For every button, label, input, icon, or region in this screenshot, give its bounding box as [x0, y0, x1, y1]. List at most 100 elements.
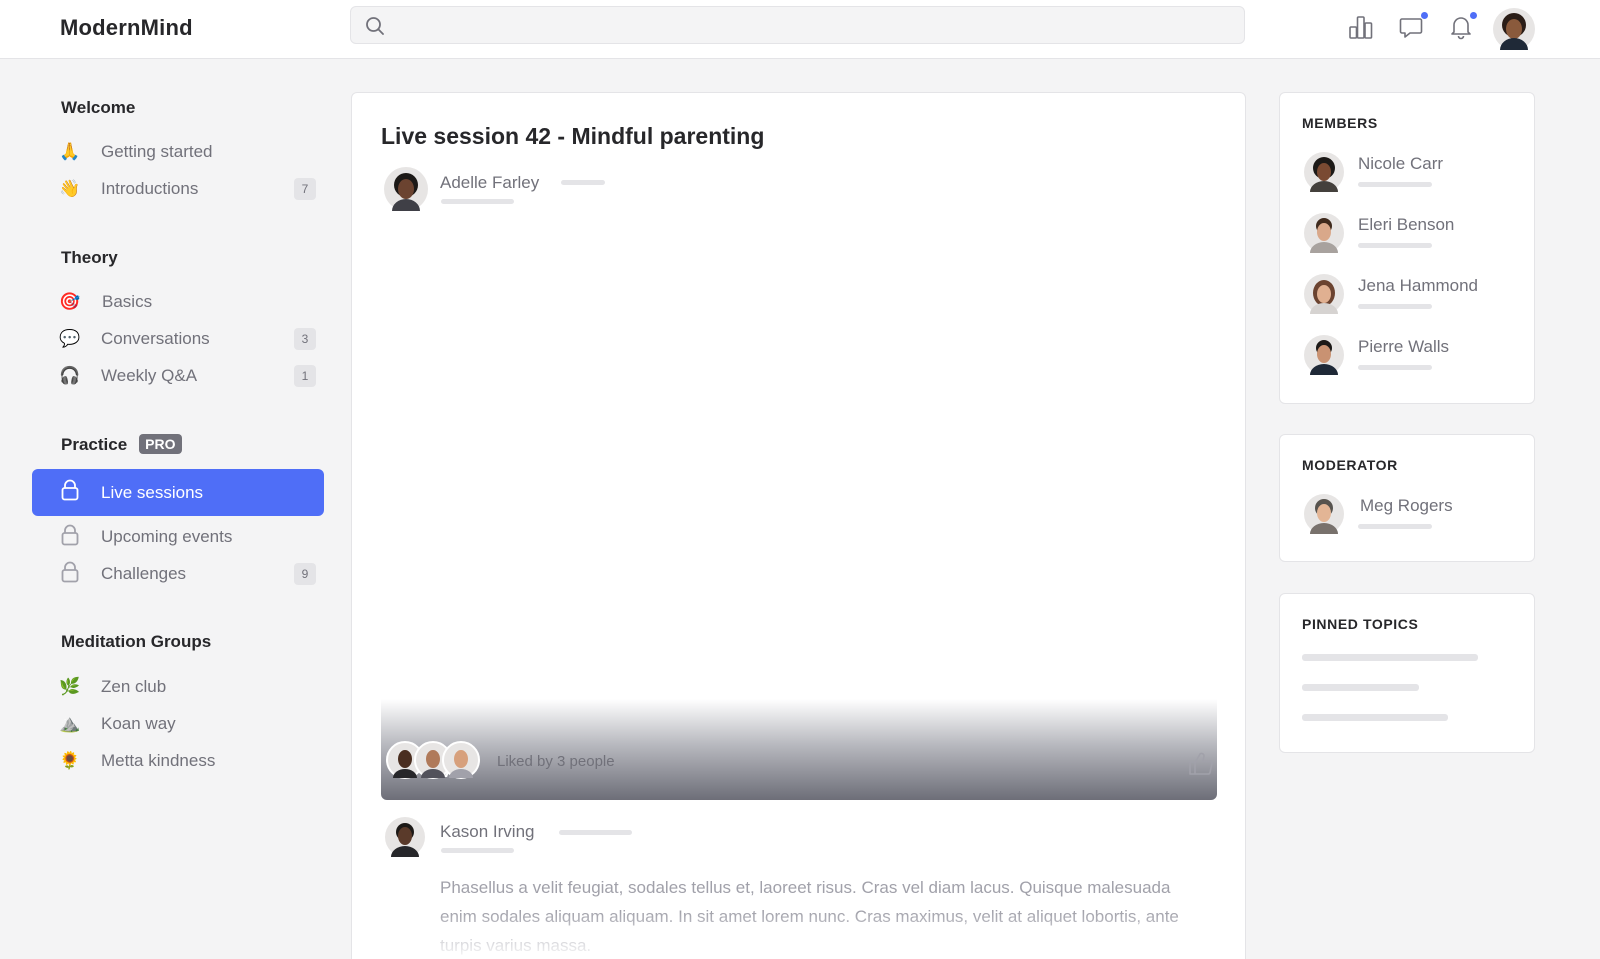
section-title-theory: Theory: [61, 248, 118, 267]
user-avatar[interactable]: [1493, 8, 1535, 50]
sidebar-item-label: Challenges: [101, 564, 187, 583]
sidebar-item-label: Getting started: [101, 142, 213, 161]
skeleton-line: [441, 848, 514, 853]
sidebar-item-label: Conversations: [101, 329, 210, 348]
skeleton-line: [1358, 524, 1432, 529]
pinned-topic-placeholder[interactable]: [1302, 654, 1478, 661]
section-title-meditation-groups: Meditation Groups: [61, 632, 212, 651]
member-item[interactable]: Nicole Carr: [1304, 152, 1524, 202]
sidebar-item-metta-kindness[interactable]: 🌻 Metta kindness: [32, 741, 324, 781]
author-avatar[interactable]: [384, 167, 428, 211]
sidebar-item-label: Live sessions: [101, 482, 204, 502]
member-name: Eleri Benson: [1358, 215, 1455, 234]
search-icon: [366, 17, 384, 35]
skeleton-line: [1358, 243, 1432, 248]
sidebar-item-upcoming-events[interactable]: Upcoming events: [32, 517, 324, 557]
lock-icon: [59, 524, 81, 551]
app-logo[interactable]: ModernMind: [60, 15, 193, 41]
member-name: Pierre Walls: [1358, 337, 1449, 356]
liked-by-text: Liked by 3 people: [497, 753, 615, 770]
member-item[interactable]: Eleri Benson: [1304, 213, 1524, 263]
post-title: Live session 42 - Mindful parenting: [381, 123, 765, 149]
count-badge: 9: [294, 563, 316, 585]
sidebar-item-label: Koan way: [101, 714, 176, 733]
sidebar-item-introductions[interactable]: 👋 Introductions 7: [32, 169, 324, 209]
sidebar-item-label: Introductions: [101, 179, 199, 198]
chat-button[interactable]: [1397, 11, 1429, 41]
sunflower-icon: 🌻: [59, 751, 81, 770]
sidebar: Welcome 🙏 Getting started 👋 Introduction…: [0, 60, 340, 959]
notification-dot: [1469, 11, 1478, 20]
post-card: Live session 42 - Mindful parenting Adel…: [351, 92, 1246, 959]
pro-badge: PRO: [139, 434, 182, 454]
moderator-name: Meg Rogers: [1360, 496, 1453, 515]
live-video-player[interactable]: LIVE: [381, 699, 1217, 800]
waving-hand-icon: 👋: [59, 179, 81, 198]
sidebar-item-getting-started[interactable]: 🙏 Getting started: [32, 132, 324, 172]
sidebar-item-label: Upcoming events: [101, 527, 233, 546]
sidebar-item-live-sessions[interactable]: Live sessions: [32, 469, 324, 516]
skeleton-line: [1358, 304, 1432, 309]
sidebar-item-zen-club[interactable]: 🌿 Zen club: [32, 667, 324, 707]
member-avatar: [1304, 335, 1344, 375]
section-title-practice: Practice PRO: [61, 434, 182, 455]
count-badge: 7: [294, 178, 316, 200]
moderator-title: MODERATOR: [1302, 457, 1398, 473]
chat-notification-dot: [1420, 11, 1429, 20]
thumbs-up-icon: [1189, 752, 1213, 775]
member-name: Nicole Carr: [1358, 154, 1444, 173]
author-name[interactable]: Adelle Farley: [440, 173, 539, 193]
content-fade: [352, 911, 1245, 959]
folded-hands-icon: 🙏: [59, 142, 81, 161]
members-card: MEMBERS Nicole Carr Eleri Benson Jena Ha…: [1279, 92, 1535, 404]
member-avatar: [1304, 274, 1344, 314]
sidebar-item-label: Metta kindness: [101, 751, 216, 770]
pinned-topics-card: PINNED TOPICS: [1279, 593, 1535, 753]
sidebar-item-basics[interactable]: 🎯 Basics: [32, 282, 324, 322]
sidebar-item-label: Weekly Q&A: [101, 366, 198, 385]
likers-avatars[interactable]: [385, 740, 485, 780]
member-name: Jena Hammond: [1358, 276, 1479, 295]
skeleton-line: [441, 199, 514, 204]
mountain-icon: ⛰️: [59, 714, 81, 733]
search-bar[interactable]: [350, 6, 1245, 44]
notifications-button[interactable]: [1447, 11, 1478, 41]
member-avatar: [1304, 213, 1344, 253]
lock-icon: [59, 479, 81, 506]
like-button[interactable]: [1187, 751, 1217, 777]
lock-icon: [59, 561, 81, 588]
pinned-topic-placeholder[interactable]: [1302, 714, 1448, 721]
leaderboard-button[interactable]: [1347, 13, 1375, 41]
speech-bubble-icon: 💬: [59, 329, 81, 348]
sidebar-item-weekly-qa[interactable]: 🎧 Weekly Q&A 1: [32, 356, 324, 396]
moderator-card: MODERATOR Meg Rogers: [1279, 434, 1535, 562]
member-avatar: [1304, 152, 1344, 192]
count-badge: 3: [294, 328, 316, 350]
members-title: MEMBERS: [1302, 115, 1378, 131]
liker-avatar: [442, 741, 480, 779]
skeleton-line: [1358, 365, 1432, 370]
skeleton-line: [1358, 182, 1432, 187]
sidebar-item-label: Zen club: [101, 677, 167, 696]
pinned-topics-title: PINNED TOPICS: [1302, 616, 1419, 632]
sidebar-item-challenges[interactable]: Challenges 9: [32, 554, 324, 594]
sidebar-item-conversations[interactable]: 💬 Conversations 3: [32, 319, 324, 359]
member-item[interactable]: Jena Hammond: [1304, 274, 1524, 324]
target-icon: 🎯: [59, 292, 81, 311]
section-title-welcome: Welcome: [61, 98, 136, 117]
headphones-icon: 🎧: [59, 366, 81, 385]
count-badge: 1: [294, 365, 316, 387]
skeleton-line: [561, 180, 605, 185]
comment-author-name[interactable]: Kason Irving: [440, 822, 535, 842]
moderator-item[interactable]: Meg Rogers: [1304, 494, 1524, 544]
sidebar-item-koan-way[interactable]: ⛰️ Koan way: [32, 704, 324, 744]
search-input[interactable]: [395, 7, 1235, 43]
pinned-topic-placeholder[interactable]: [1302, 684, 1419, 691]
sidebar-item-label: Basics: [102, 292, 153, 311]
skeleton-line: [559, 830, 632, 835]
section-title-text: Practice: [61, 435, 128, 454]
herb-icon: 🌿: [59, 677, 81, 696]
member-item[interactable]: Pierre Walls: [1304, 335, 1524, 385]
comment-author-avatar[interactable]: [385, 817, 425, 857]
top-bar: ModernMind: [0, 0, 1600, 59]
